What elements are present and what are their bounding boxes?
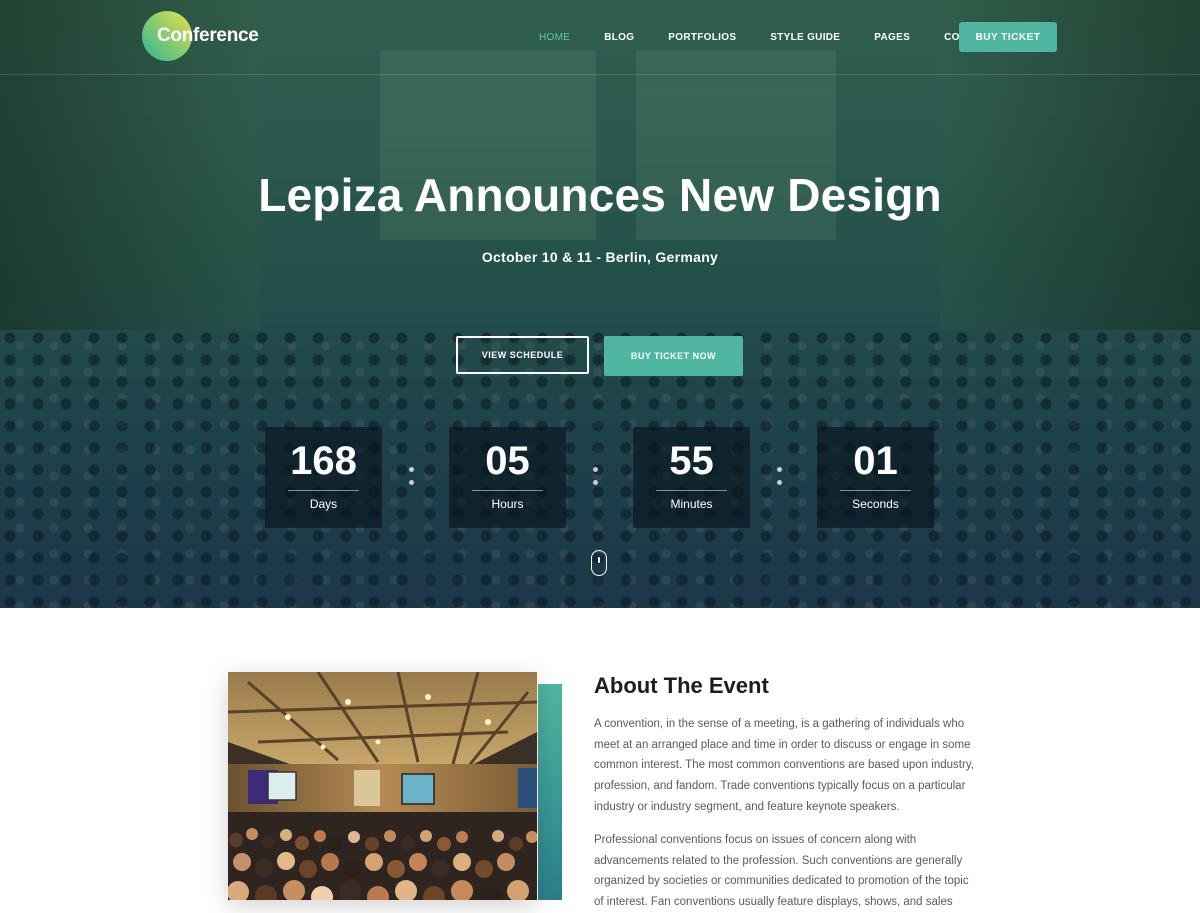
main-navigation: HOME BLOG PORTFOLIOS STYLE GUIDE PAGES C…	[522, 22, 1011, 52]
countdown-days-value: 168	[290, 439, 357, 483]
view-schedule-button[interactable]: VIEW SCHEDULE	[456, 336, 589, 374]
countdown-seconds: 01 Seconds	[817, 427, 934, 528]
about-title: About The Event	[594, 673, 769, 698]
buy-ticket-now-button[interactable]: BUY TICKET NOW	[604, 336, 743, 376]
countdown-minutes-label: Minutes	[670, 497, 713, 511]
countdown-seconds-value: 01	[853, 439, 898, 483]
about-section: About The Event A convention, in the sen…	[0, 608, 1200, 908]
hero-section: Conference HOME BLOG PORTFOLIOS STYLE GU…	[0, 0, 1200, 608]
mouse-scroll-icon[interactable]	[591, 550, 607, 576]
nav-item-portfolios[interactable]: PORTFOLIOS	[651, 32, 753, 43]
countdown-separator	[593, 467, 598, 487]
countdown-hours: 05 Hours	[449, 427, 566, 528]
countdown-divider	[288, 490, 359, 491]
countdown-days-label: Days	[309, 497, 338, 511]
countdown-separator	[409, 467, 414, 487]
countdown-seconds-label: Seconds	[852, 497, 899, 511]
site-logo[interactable]: Conference	[142, 11, 272, 63]
nav-item-pages[interactable]: PAGES	[857, 32, 927, 43]
countdown-separator	[777, 467, 782, 487]
buy-ticket-nav-button[interactable]: BUY TICKET	[959, 22, 1057, 52]
hero-subtitle: October 10 & 11 - Berlin, Germany	[481, 249, 719, 265]
countdown-minutes: 55 Minutes	[633, 427, 750, 528]
nav-item-blog[interactable]: BLOG	[587, 32, 651, 43]
hero-background-image	[0, 0, 1200, 608]
logo-text: Conference	[157, 25, 259, 46]
about-paragraph: Professional conventions focus on issues…	[594, 834, 969, 909]
header-divider	[0, 74, 1200, 75]
countdown-divider	[656, 490, 727, 491]
countdown-divider	[840, 490, 911, 491]
countdown-minutes-value: 55	[669, 439, 714, 483]
nav-item-style-guide[interactable]: STYLE GUIDE	[753, 32, 857, 43]
event-hall-photo	[228, 672, 537, 900]
about-paragraph: A convention, in the sense of a meeting,…	[594, 718, 974, 813]
countdown-hours-value: 05	[485, 439, 530, 483]
event-hall-illustration	[228, 672, 537, 900]
nav-item-home[interactable]: HOME	[522, 32, 587, 43]
countdown-days: 168 Days	[265, 427, 382, 528]
countdown-divider	[472, 490, 543, 491]
photo-accent-frame	[538, 684, 562, 900]
hero-title: Lepiza Announces New Design	[258, 169, 942, 221]
countdown-hours-label: Hours	[491, 497, 524, 511]
